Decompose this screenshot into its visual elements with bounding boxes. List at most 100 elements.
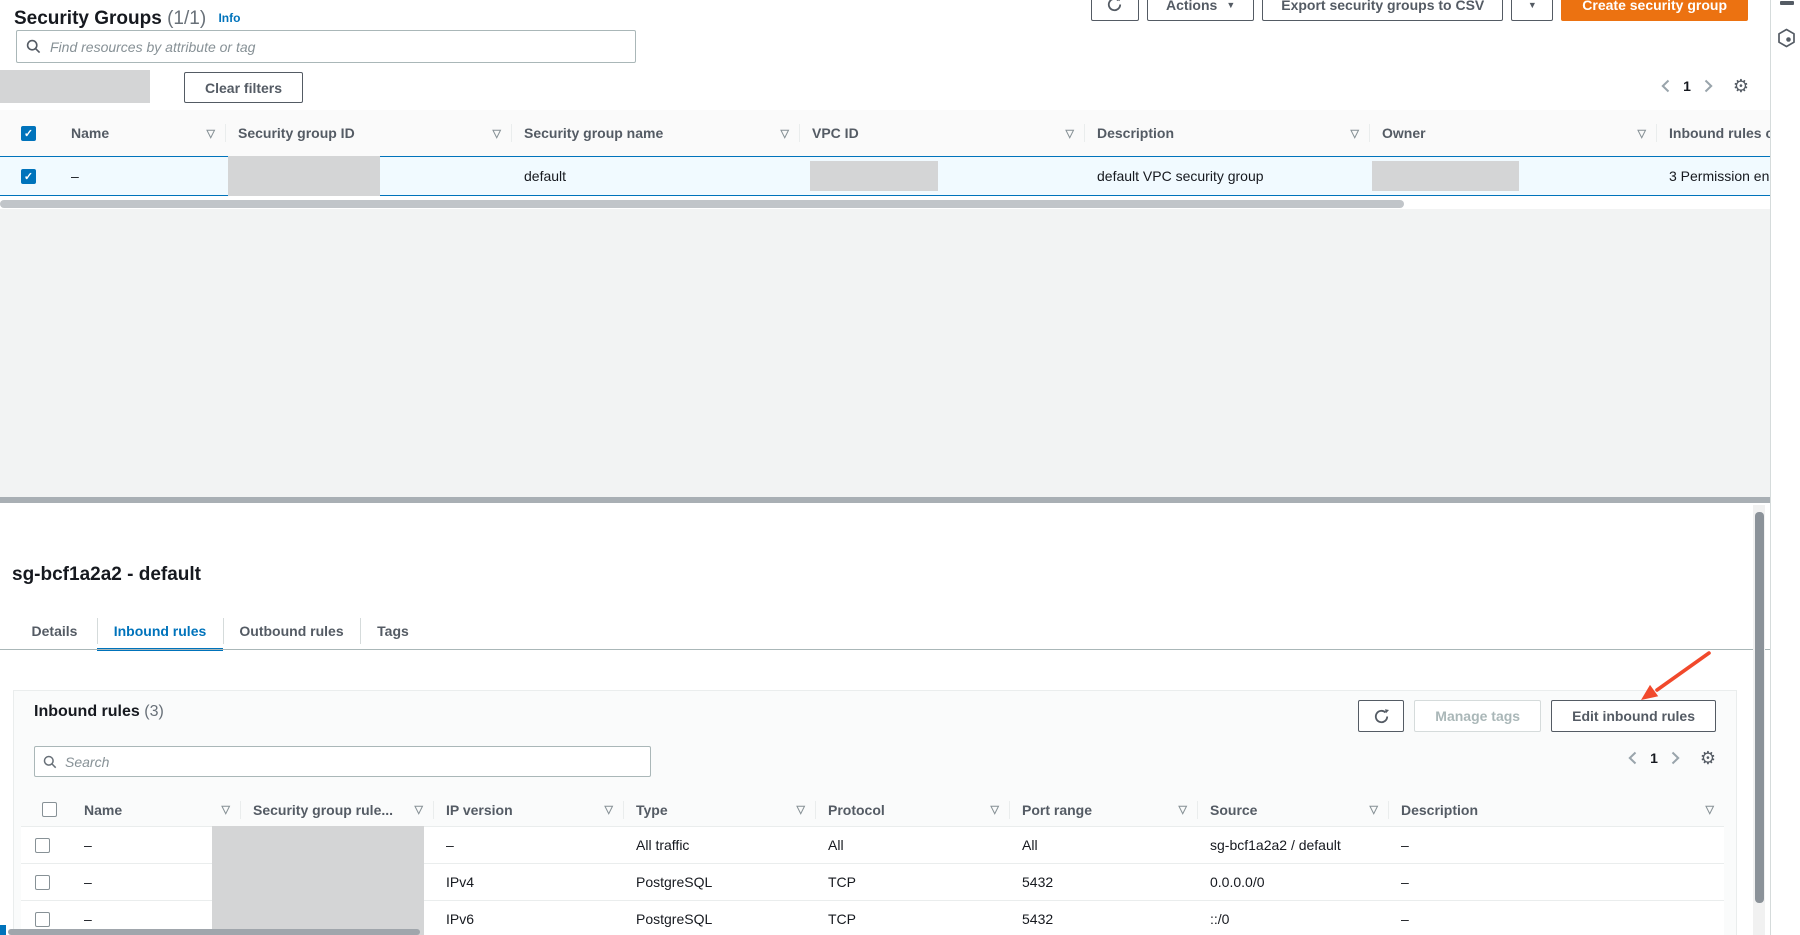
filter-icon[interactable]: ▽ xyxy=(222,803,230,816)
cell-name: – xyxy=(58,168,225,184)
column-header-description[interactable]: Description▽ xyxy=(1084,110,1369,156)
filter-icon[interactable]: ▽ xyxy=(605,803,613,816)
right-utility-strip xyxy=(1770,0,1800,935)
scrollbar-accent-mark xyxy=(0,925,6,935)
search-icon xyxy=(43,755,57,769)
cell-ip-version: IPv6 xyxy=(433,911,623,927)
cell-ip-version: – xyxy=(433,837,623,853)
filter-icon[interactable]: ▽ xyxy=(1370,803,1378,816)
create-security-group-button[interactable]: Create security group xyxy=(1561,0,1748,21)
detail-title: sg-bcf1a2a2 - default xyxy=(12,564,201,586)
column-header-security-group-rule-id[interactable]: Security group rule...▽ xyxy=(240,793,433,826)
tab-inbound-rules[interactable]: Inbound rules xyxy=(97,612,223,650)
cell-port-range: 5432 xyxy=(1009,911,1197,927)
row-select-cell: ✓ xyxy=(0,157,58,195)
export-csv-button[interactable]: Export security groups to CSV xyxy=(1262,0,1503,21)
export-split-menu-button[interactable]: ▼ xyxy=(1511,0,1553,21)
filter-icon[interactable]: ▽ xyxy=(415,803,423,816)
caret-down-icon: ▼ xyxy=(1226,1,1235,10)
next-page-icon[interactable] xyxy=(1704,79,1713,93)
cell-type: PostgreSQL xyxy=(623,911,815,927)
security-groups-table-header: ✓ Name▽ Security group ID▽ Security grou… xyxy=(0,110,1770,156)
actions-button[interactable]: Actions ▼ xyxy=(1147,0,1254,21)
refresh-button[interactable] xyxy=(1091,0,1139,21)
rules-table-header: Name▽ Security group rule...▽ IP version… xyxy=(21,793,1724,827)
select-all-checkbox[interactable] xyxy=(42,802,57,817)
filter-icon[interactable]: ▽ xyxy=(991,803,999,816)
info-link[interactable]: Info xyxy=(218,11,240,25)
aws-console-security-groups: Security Groups (1/1) Info Clear filters… xyxy=(0,0,1800,935)
column-header-name[interactable]: Name▽ xyxy=(58,110,225,156)
caret-down-icon: ▼ xyxy=(1528,1,1537,10)
current-page-number[interactable]: 1 xyxy=(1683,78,1691,94)
column-header-name[interactable]: Name▽ xyxy=(71,793,240,826)
column-header-ip-version[interactable]: IP version▽ xyxy=(433,793,623,826)
cell-security-group-name: default xyxy=(511,168,799,184)
row-checkbox[interactable] xyxy=(35,875,50,890)
column-header-source[interactable]: Source▽ xyxy=(1197,793,1388,826)
next-page-icon[interactable] xyxy=(1671,751,1680,765)
column-header-port-range[interactable]: Port range▽ xyxy=(1009,793,1197,826)
tab-tags[interactable]: Tags xyxy=(360,612,426,650)
empty-table-area xyxy=(0,209,1770,497)
rules-search-input[interactable] xyxy=(63,753,642,771)
column-header-security-group-name[interactable]: Security group name▽ xyxy=(511,110,799,156)
edit-inbound-rules-button[interactable]: Edit inbound rules xyxy=(1551,700,1716,732)
column-header-protocol[interactable]: Protocol▽ xyxy=(815,793,1009,826)
cell-type: PostgreSQL xyxy=(623,874,815,890)
filter-icon[interactable]: ▽ xyxy=(797,803,805,816)
bottom-horizontal-scrollbar-thumb[interactable] xyxy=(8,929,420,935)
cell-protocol: All xyxy=(815,837,1009,853)
filter-icon[interactable]: ▽ xyxy=(207,127,215,140)
rules-search[interactable] xyxy=(34,746,651,777)
previous-page-icon[interactable] xyxy=(1628,751,1637,765)
cell-description: – xyxy=(1388,837,1724,853)
column-header-security-group-id[interactable]: Security group ID▽ xyxy=(225,110,511,156)
row-checkbox[interactable]: ✓ xyxy=(21,169,36,184)
inbound-rules-card-title: Inbound rules (3) xyxy=(34,703,164,721)
find-resources-input[interactable] xyxy=(48,38,626,56)
cell-description: default VPC security group xyxy=(1084,168,1369,184)
search-icon xyxy=(26,39,41,54)
column-header-inbound-rules[interactable]: Inbound rules c xyxy=(1656,110,1770,156)
filter-icon[interactable]: ▽ xyxy=(1179,803,1187,816)
filter-icon[interactable]: ▽ xyxy=(781,127,789,140)
previous-page-icon[interactable] xyxy=(1661,79,1670,93)
inbound-rules-actions: Manage tags Edit inbound rules xyxy=(1358,700,1716,732)
filter-icon[interactable]: ▽ xyxy=(1706,803,1714,816)
column-header-owner[interactable]: Owner▽ xyxy=(1369,110,1656,156)
vertical-scrollbar-thumb[interactable] xyxy=(1755,512,1764,903)
select-all-cell xyxy=(21,793,71,826)
find-resources-search[interactable] xyxy=(16,30,636,63)
row-checkbox[interactable] xyxy=(35,838,50,853)
horizontal-scrollbar-thumb[interactable] xyxy=(0,200,1404,208)
column-header-vpc-id[interactable]: VPC ID▽ xyxy=(799,110,1084,156)
tab-outbound-rules[interactable]: Outbound rules xyxy=(223,612,360,650)
refresh-rules-button[interactable] xyxy=(1358,700,1404,732)
clear-filters-button[interactable]: Clear filters xyxy=(184,72,303,103)
column-header-type[interactable]: Type▽ xyxy=(623,793,815,826)
page-title-text: Security Groups xyxy=(14,8,162,29)
filter-icon[interactable]: ▽ xyxy=(1638,127,1646,140)
select-all-checkbox[interactable]: ✓ xyxy=(21,126,36,141)
resource-count: (1/1) xyxy=(167,8,206,29)
table-settings-gear-icon[interactable]: ⚙ xyxy=(1700,749,1716,767)
check-icon: ✓ xyxy=(24,127,33,140)
hexagon-tool-icon[interactable] xyxy=(1777,28,1796,48)
row-checkbox[interactable] xyxy=(35,912,50,927)
table-settings-gear-icon[interactable]: ⚙ xyxy=(1733,77,1749,95)
filter-icon[interactable]: ▽ xyxy=(1351,127,1359,140)
current-page-number[interactable]: 1 xyxy=(1650,750,1658,766)
refresh-icon xyxy=(1373,708,1390,725)
redacted-vpc-id xyxy=(810,161,938,191)
manage-tags-button[interactable]: Manage tags xyxy=(1414,700,1541,732)
filter-icon[interactable]: ▽ xyxy=(1066,127,1074,140)
filter-icon[interactable]: ▽ xyxy=(493,127,501,140)
top-toolbar: Actions ▼ Export security groups to CSV … xyxy=(1091,0,1748,21)
collapsed-panel-icon[interactable] xyxy=(1780,1,1794,5)
select-all-cell: ✓ xyxy=(0,110,58,156)
cell-inbound-rules-count: 3 Permission en xyxy=(1656,168,1770,184)
refresh-icon xyxy=(1106,0,1123,13)
tab-details[interactable]: Details xyxy=(12,612,97,650)
column-header-description[interactable]: Description▽ xyxy=(1388,793,1724,826)
